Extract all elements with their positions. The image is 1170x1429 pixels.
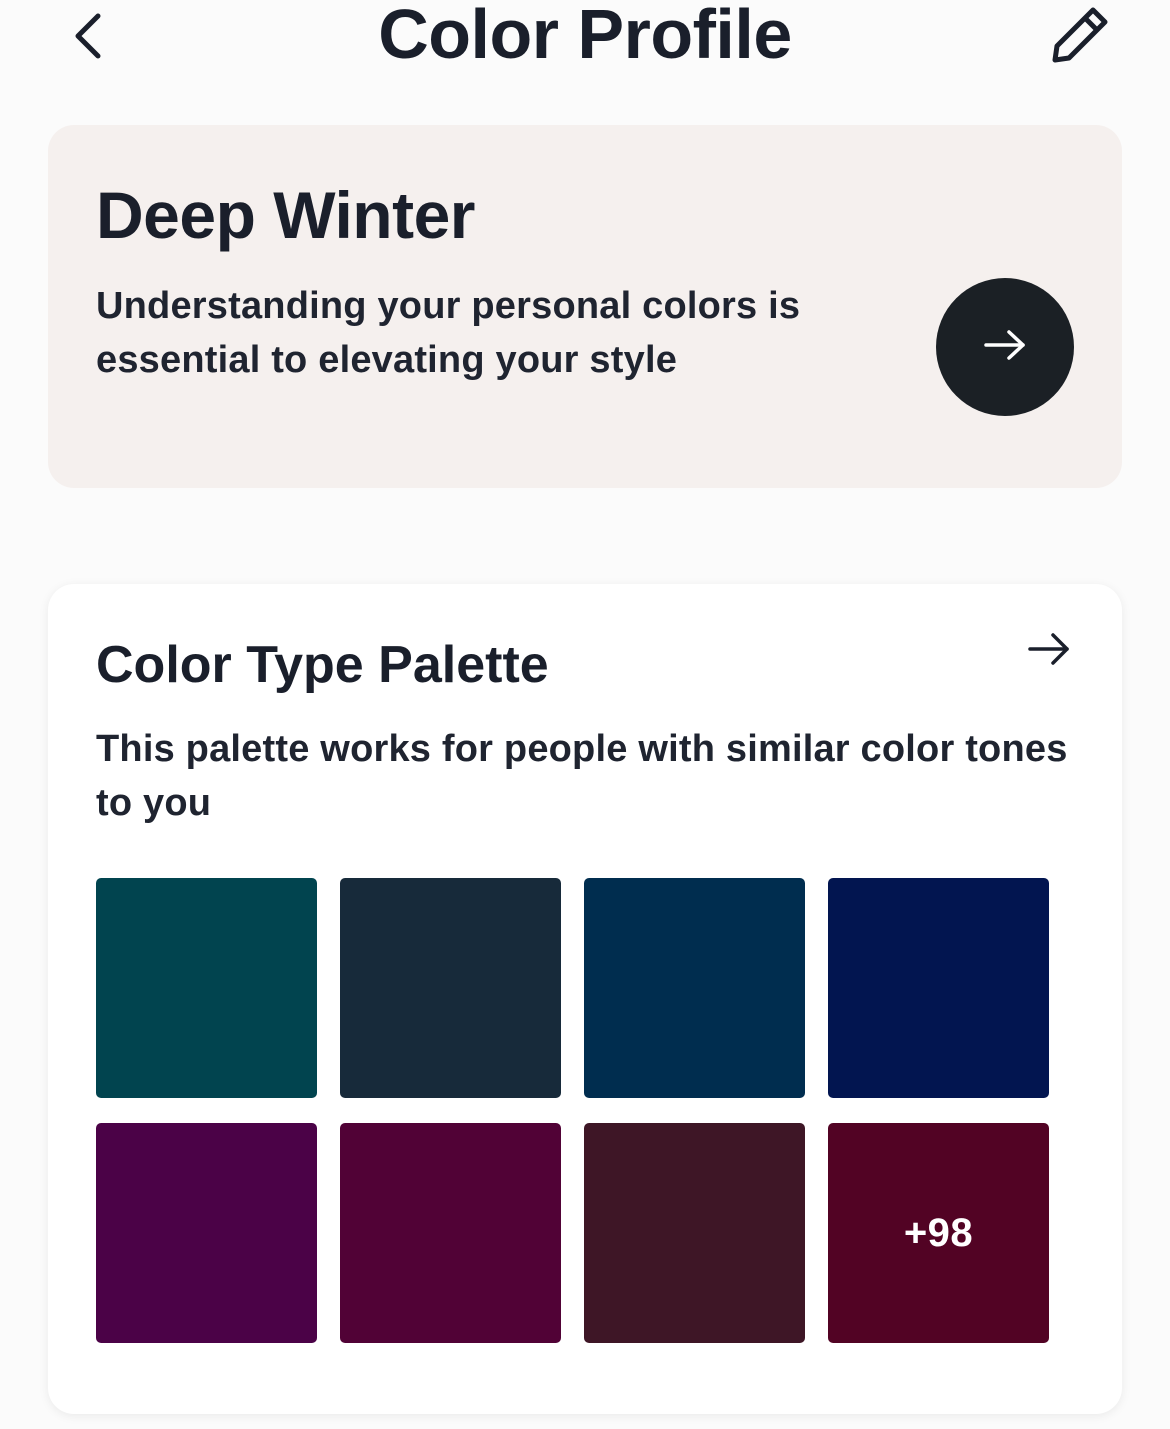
- pencil-icon: [1049, 4, 1111, 71]
- palette-swatch-grid: +98: [96, 878, 1049, 1343]
- page-title: Color Profile: [378, 0, 792, 73]
- color-type-name: Deep Winter: [96, 178, 475, 252]
- color-profile-screen: Color Profile Deep Winter Understanding …: [0, 0, 1170, 1429]
- palette-swatch[interactable]: [96, 1123, 317, 1343]
- palette-swatch[interactable]: [340, 1123, 561, 1343]
- palette-swatch[interactable]: [584, 1123, 805, 1343]
- color-type-description: Understanding your personal colors is es…: [96, 285, 801, 381]
- arrow-right-icon: [1027, 632, 1071, 671]
- palette-swatch[interactable]: [828, 878, 1049, 1098]
- palette-description: This palette works for people with simil…: [96, 728, 1068, 824]
- palette-more-swatch[interactable]: +98: [828, 1123, 1049, 1343]
- palette-swatch[interactable]: [340, 878, 561, 1098]
- color-type-card[interactable]: Deep Winter Understanding your personal …: [48, 125, 1122, 488]
- more-colors-count: +98: [903, 1210, 974, 1255]
- color-type-palette-card: Color Type Palette This palette works fo…: [48, 584, 1122, 1414]
- palette-title: Color Type Palette: [96, 636, 549, 694]
- palette-swatch[interactable]: [584, 878, 805, 1098]
- edit-button[interactable]: [1046, 4, 1114, 70]
- open-color-type-button[interactable]: [936, 278, 1074, 416]
- arrow-right-icon: [983, 329, 1027, 366]
- palette-swatch[interactable]: [96, 878, 317, 1098]
- open-palette-button[interactable]: [1024, 628, 1074, 674]
- header: Color Profile: [0, 0, 1170, 80]
